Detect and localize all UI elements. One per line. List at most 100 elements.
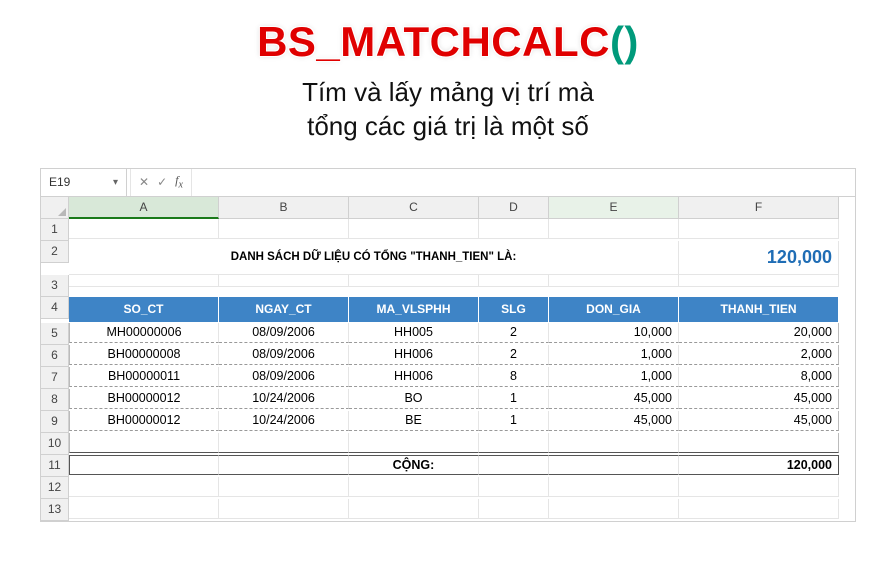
data-cell[interactable]: 1,000 — [549, 367, 679, 387]
cell[interactable] — [479, 219, 549, 239]
data-cell[interactable]: 2 — [479, 323, 549, 343]
data-cell[interactable]: BH00000012 — [69, 411, 219, 431]
table-header: SO_CT — [69, 297, 219, 323]
cell[interactable] — [219, 433, 349, 453]
cell[interactable] — [349, 433, 479, 453]
column-header[interactable]: D — [479, 197, 549, 219]
data-cell[interactable]: MH00000006 — [69, 323, 219, 343]
cell[interactable] — [549, 219, 679, 239]
total-cell — [549, 455, 679, 475]
data-cell[interactable]: 2,000 — [679, 345, 839, 365]
cell[interactable] — [479, 433, 549, 453]
cell[interactable] — [679, 433, 839, 453]
row-header[interactable]: 6 — [41, 345, 69, 367]
data-cell[interactable]: 08/09/2006 — [219, 367, 349, 387]
name-box[interactable]: E19 ▾ — [41, 169, 127, 196]
table-header: NGAY_CT — [219, 297, 349, 323]
data-cell[interactable]: 10/24/2006 — [219, 411, 349, 431]
fx-icon[interactable]: fx — [175, 173, 183, 190]
cell[interactable] — [349, 477, 479, 497]
total-cell — [219, 455, 349, 475]
data-cell[interactable]: 1 — [479, 411, 549, 431]
function-title: BS_MATCHCALC() — [0, 18, 896, 66]
enter-icon[interactable]: ✓ — [157, 175, 167, 189]
cell[interactable] — [479, 275, 549, 287]
row-header[interactable]: 1 — [41, 219, 69, 241]
total-label: CỘNG: — [349, 455, 479, 475]
cell[interactable] — [549, 477, 679, 497]
data-cell[interactable]: HH006 — [349, 345, 479, 365]
title-area: BS_MATCHCALC() Tím và lấy mảng vị trí mà… — [0, 0, 896, 144]
data-cell[interactable]: 20,000 — [679, 323, 839, 343]
cell[interactable] — [679, 219, 839, 239]
row-header[interactable]: 13 — [41, 499, 69, 521]
formula-input[interactable] — [192, 169, 855, 196]
row-header[interactable]: 8 — [41, 389, 69, 411]
cell[interactable] — [679, 477, 839, 497]
data-cell[interactable]: BH00000011 — [69, 367, 219, 387]
column-header[interactable]: F — [679, 197, 839, 219]
cell[interactable] — [679, 499, 839, 519]
cell[interactable] — [219, 499, 349, 519]
data-cell[interactable]: HH005 — [349, 323, 479, 343]
table-header: MA_VLSPHH — [349, 297, 479, 323]
row-header[interactable]: 3 — [41, 275, 69, 297]
row-header[interactable]: 9 — [41, 411, 69, 433]
cell[interactable] — [219, 275, 349, 287]
row-header[interactable]: 7 — [41, 367, 69, 389]
subtitle-line-1: Tím và lấy mảng vị trí mà — [0, 76, 896, 110]
formula-bar-buttons: ✕ ✓ fx — [131, 169, 192, 196]
data-cell[interactable]: BH00000008 — [69, 345, 219, 365]
data-cell[interactable]: 8 — [479, 367, 549, 387]
data-cell[interactable]: BO — [349, 389, 479, 409]
data-cell[interactable]: 8,000 — [679, 367, 839, 387]
cell[interactable] — [69, 433, 219, 453]
row-header[interactable]: 11 — [41, 455, 69, 477]
table-header: THANH_TIEN — [679, 297, 839, 323]
target-sum[interactable]: 120,000 — [679, 241, 839, 275]
row-header[interactable]: 10 — [41, 433, 69, 455]
name-box-value: E19 — [49, 175, 70, 189]
grid[interactable]: ABCDEF12DANH SÁCH DỮ LIỆU CÓ TỔNG "THANH… — [41, 197, 855, 521]
cell[interactable] — [69, 477, 219, 497]
cell[interactable] — [349, 219, 479, 239]
data-cell[interactable]: 45,000 — [679, 389, 839, 409]
cell[interactable] — [349, 275, 479, 287]
row-header[interactable]: 12 — [41, 477, 69, 499]
cell[interactable] — [69, 219, 219, 239]
cell[interactable] — [549, 499, 679, 519]
data-cell[interactable]: 08/09/2006 — [219, 323, 349, 343]
cell[interactable] — [69, 275, 219, 287]
data-cell[interactable]: 45,000 — [679, 411, 839, 431]
data-cell[interactable]: 45,000 — [549, 411, 679, 431]
select-all-corner[interactable] — [41, 197, 69, 219]
cell[interactable] — [679, 275, 839, 287]
data-cell[interactable]: BH00000012 — [69, 389, 219, 409]
column-header[interactable]: A — [69, 197, 219, 219]
cell[interactable] — [219, 477, 349, 497]
row-header[interactable]: 2 — [41, 241, 69, 263]
data-cell[interactable]: 10,000 — [549, 323, 679, 343]
data-cell[interactable]: 2 — [479, 345, 549, 365]
row-header[interactable]: 4 — [41, 297, 69, 319]
data-cell[interactable]: 1 — [479, 389, 549, 409]
cancel-icon[interactable]: ✕ — [139, 175, 149, 189]
data-cell[interactable]: BE — [349, 411, 479, 431]
data-cell[interactable]: 1,000 — [549, 345, 679, 365]
data-cell[interactable]: 08/09/2006 — [219, 345, 349, 365]
cell[interactable] — [479, 477, 549, 497]
cell[interactable] — [349, 499, 479, 519]
column-header[interactable]: C — [349, 197, 479, 219]
data-cell[interactable]: HH006 — [349, 367, 479, 387]
data-cell[interactable]: 10/24/2006 — [219, 389, 349, 409]
cell[interactable] — [479, 499, 549, 519]
cell[interactable] — [549, 433, 679, 453]
data-cell[interactable]: 45,000 — [549, 389, 679, 409]
cell[interactable] — [549, 275, 679, 287]
column-header[interactable]: B — [219, 197, 349, 219]
total-value: 120,000 — [679, 455, 839, 475]
cell[interactable] — [219, 219, 349, 239]
column-header[interactable]: E — [549, 197, 679, 219]
cell[interactable] — [69, 499, 219, 519]
row-header[interactable]: 5 — [41, 323, 69, 345]
